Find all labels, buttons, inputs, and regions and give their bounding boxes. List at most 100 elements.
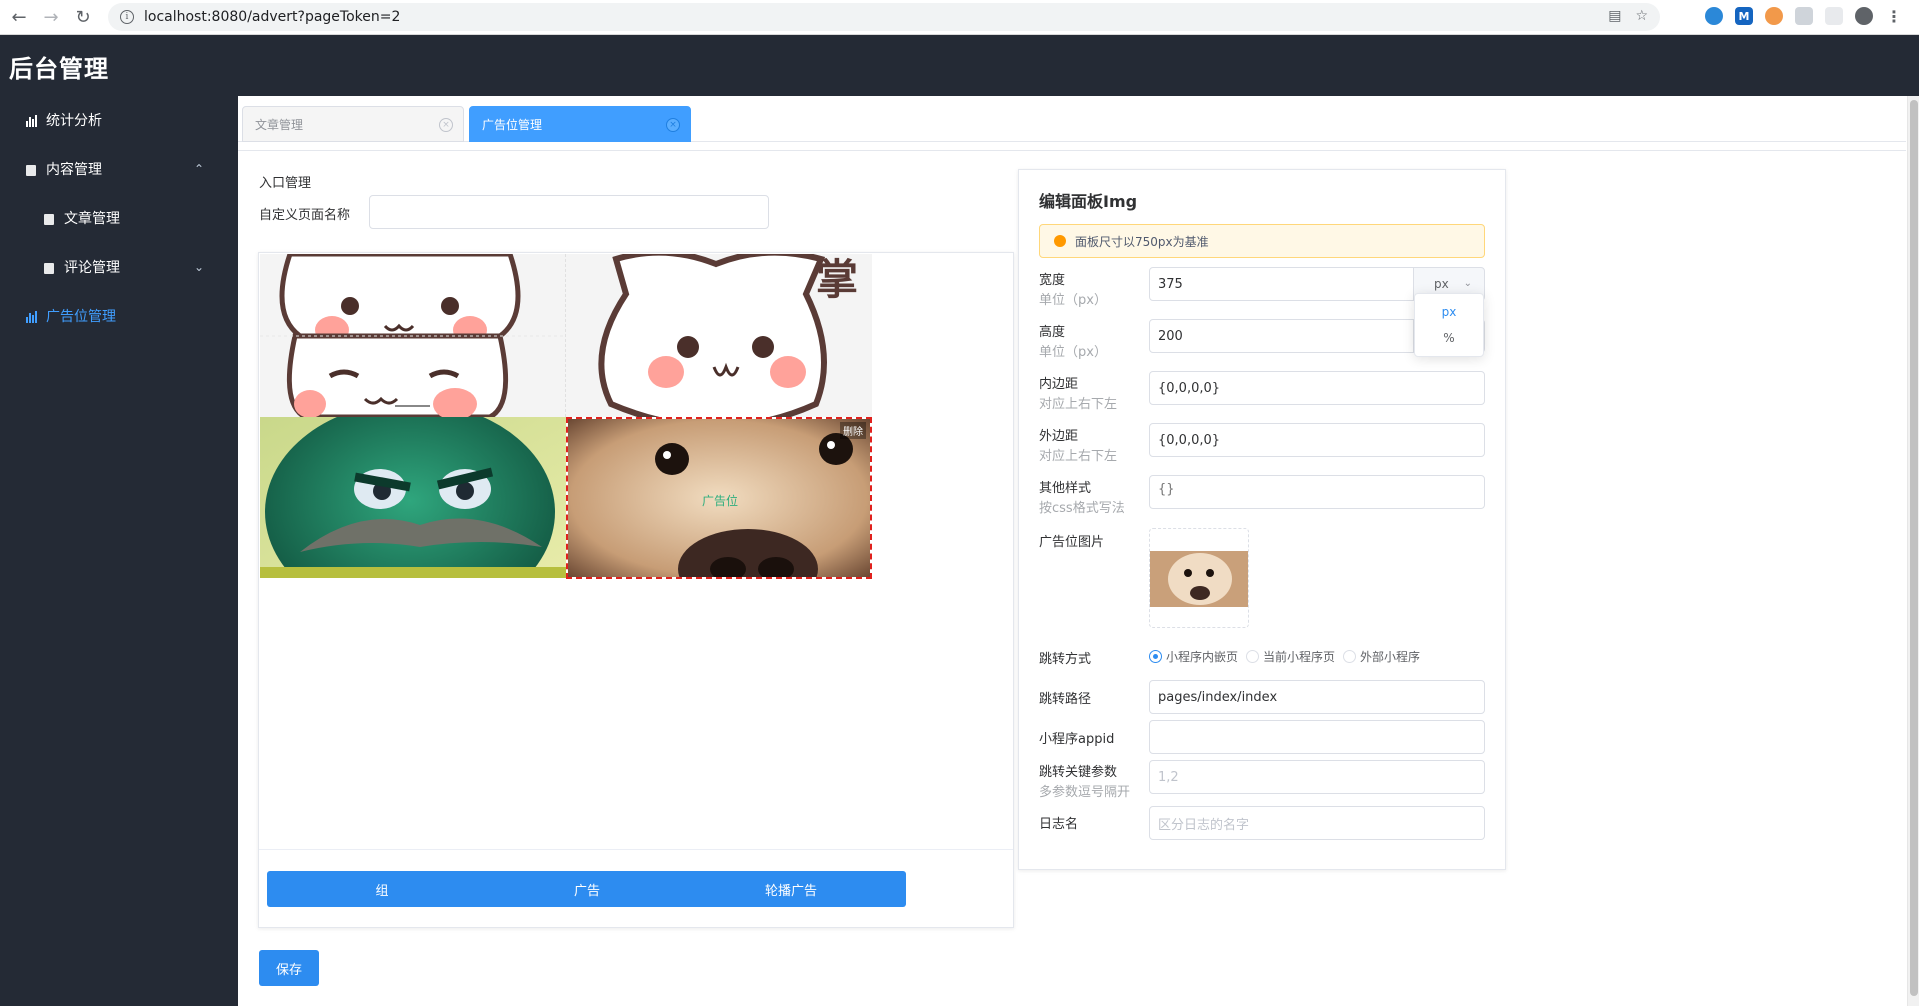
height-value: 200 — [1158, 328, 1183, 344]
other-style-textarea[interactable] — [1149, 475, 1485, 509]
document-icon — [24, 162, 38, 176]
radio-inline-page[interactable]: 小程序内嵌页 — [1149, 648, 1238, 665]
padding-label: 内边距 — [1039, 377, 1079, 392]
panel-title: 编辑面板Img — [1039, 192, 1138, 211]
key-params-sub-label: 多参数逗号隔开 — [1039, 785, 1131, 800]
extension-badge-icon[interactable] — [1765, 7, 1783, 25]
chevron-down-icon: ⌄ — [193, 260, 204, 274]
extension-m-icon[interactable]: M — [1735, 7, 1753, 25]
translate-icon[interactable]: ▤ — [1608, 8, 1621, 24]
log-name-placeholder: 区分日志的名字 — [1158, 817, 1250, 833]
appid-label: 小程序appid — [1039, 732, 1115, 747]
tab-ads[interactable]: 广告位管理 × — [469, 106, 691, 142]
other-style-label: 其他样式 — [1039, 481, 1092, 496]
account-avatar-icon[interactable] — [1855, 7, 1873, 25]
reload-icon[interactable]: ↻ — [70, 4, 96, 30]
ad-tile-dog[interactable]: 删除 广告位 — [566, 417, 872, 579]
unit-option-px[interactable]: px — [1415, 299, 1483, 325]
radio-current-page[interactable]: 当前小程序页 — [1246, 648, 1335, 665]
add-carousel-button[interactable]: 轮播广告 — [676, 871, 906, 907]
padding-input[interactable]: {0,0,0,0} — [1149, 371, 1485, 405]
margin-input[interactable]: {0,0,0,0} — [1149, 423, 1485, 457]
log-name-label: 日志名 — [1039, 817, 1079, 832]
sidebar-item-statistics[interactable]: 统计分析 — [0, 96, 238, 144]
margin-value: {0,0,0,0} — [1158, 432, 1221, 448]
page-name-label: 自定义页面名称 — [259, 208, 351, 223]
sidebar-item-articles[interactable]: 文章管理 — [0, 194, 238, 242]
height-label: 高度 — [1039, 325, 1066, 340]
sidebar-item-label: 评论管理 — [64, 260, 120, 276]
ad-slot-label: 广告位 — [702, 494, 739, 508]
divider — [259, 849, 1013, 850]
width-input[interactable]: 375 — [1149, 267, 1415, 301]
divider — [238, 150, 1906, 151]
ad-tile-cat-2[interactable]: 掌 — [566, 254, 872, 417]
jump-path-input[interactable]: pages/index/index — [1149, 680, 1485, 714]
chevron-down-icon: ⌄ — [1463, 278, 1472, 289]
save-button[interactable]: 保存 — [259, 950, 319, 986]
extension-blank-icon[interactable] — [1825, 7, 1843, 25]
ad-image-upload[interactable] — [1149, 528, 1249, 628]
delete-ad-button[interactable]: 删除 — [840, 422, 866, 439]
sidebar-item-content[interactable]: 内容管理 ⌃ — [0, 145, 238, 193]
size-alert: 面板尺寸以750px为基准 — [1039, 224, 1485, 258]
browser-toolbar: ← → ↻ i localhost:8080/advert?pageToken=… — [0, 0, 1919, 35]
height-input[interactable]: 200 — [1149, 319, 1415, 353]
log-name-input[interactable]: 区分日志的名字 — [1149, 806, 1485, 840]
app-brand: 后台管理 — [9, 55, 109, 83]
app-header: 后台管理 — [0, 35, 1919, 96]
tab-articles[interactable]: 文章管理 × — [242, 106, 464, 142]
main-content: 文章管理 × 广告位管理 × 入口管理 自定义页面名称 掌 删除 广告位 组 广… — [238, 96, 1919, 1006]
document-icon — [42, 211, 56, 225]
address-url[interactable]: localhost:8080/advert?pageToken=2 — [144, 9, 400, 25]
more-menu-icon[interactable]: ⋮ — [1885, 7, 1903, 26]
margin-label: 外边距 — [1039, 429, 1079, 444]
ad-tile-cat-1[interactable] — [260, 254, 566, 417]
alert-text: 面板尺寸以750px为基准 — [1075, 234, 1209, 249]
address-bar[interactable]: i localhost:8080/advert?pageToken=2 ▤ ☆ — [108, 3, 1660, 31]
jump-path-label: 跳转路径 — [1039, 692, 1092, 707]
chevron-up-icon: ⌃ — [193, 162, 204, 176]
extension-tree-icon[interactable] — [1795, 7, 1813, 25]
radio-label: 小程序内嵌页 — [1166, 650, 1239, 664]
sidebar-item-ads[interactable]: 广告位管理 — [0, 292, 238, 340]
scrollbar[interactable] — [1907, 96, 1919, 1006]
key-params-input[interactable]: 1,2 — [1149, 760, 1485, 794]
ad-tile-monster[interactable] — [260, 417, 566, 578]
tab-bar: 文章管理 × 广告位管理 × — [238, 106, 1906, 142]
edit-panel: 编辑面板Img 面板尺寸以750px为基准 宽度 单位（px） 375 px ⌄… — [1018, 169, 1506, 870]
warning-dot-icon — [1054, 235, 1066, 247]
key-params-placeholder: 1,2 — [1158, 769, 1179, 785]
page-name-input[interactable] — [369, 195, 769, 229]
appid-input[interactable] — [1149, 720, 1485, 754]
close-icon[interactable]: × — [439, 118, 453, 132]
unit-option-percent[interactable]: % — [1415, 325, 1483, 351]
add-group-button[interactable]: 组 — [267, 871, 497, 907]
width-sub-label: 单位（px） — [1039, 293, 1107, 308]
document-icon — [42, 260, 56, 274]
radio-external-program[interactable]: 外部小程序 — [1343, 648, 1420, 665]
jump-type-radio-group: 小程序内嵌页 当前小程序页 外部小程序 — [1149, 648, 1428, 665]
back-arrow-icon[interactable]: ← — [6, 4, 32, 30]
extension-shield-icon[interactable] — [1705, 7, 1723, 25]
tab-label: 文章管理 — [255, 117, 304, 132]
padding-sub-label: 对应上右下左 — [1039, 397, 1118, 412]
sidebar-item-label: 内容管理 — [46, 162, 102, 178]
dog-thumbnail — [1150, 551, 1248, 607]
forward-arrow-icon[interactable]: → — [38, 4, 64, 30]
radio-label: 当前小程序页 — [1263, 650, 1336, 664]
cat-image — [260, 254, 565, 417]
preview-canvas: 掌 删除 广告位 组 广告 轮播广告 — [258, 252, 1014, 928]
jump-path-value: pages/index/index — [1158, 689, 1278, 705]
monster-image — [260, 417, 566, 578]
height-sub-label: 单位（px） — [1039, 345, 1107, 360]
cat-image: 掌 — [566, 254, 872, 417]
close-icon[interactable]: × — [666, 118, 680, 132]
tab-label: 广告位管理 — [482, 117, 543, 132]
bookmark-star-icon[interactable]: ☆ — [1635, 8, 1648, 24]
ad-image-label: 广告位图片 — [1039, 535, 1105, 550]
scrollbar-thumb[interactable] — [1910, 100, 1918, 996]
add-ad-button[interactable]: 广告 — [472, 871, 702, 907]
site-info-icon[interactable]: i — [120, 10, 134, 24]
sidebar-item-comments[interactable]: 评论管理 ⌄ — [0, 243, 238, 291]
